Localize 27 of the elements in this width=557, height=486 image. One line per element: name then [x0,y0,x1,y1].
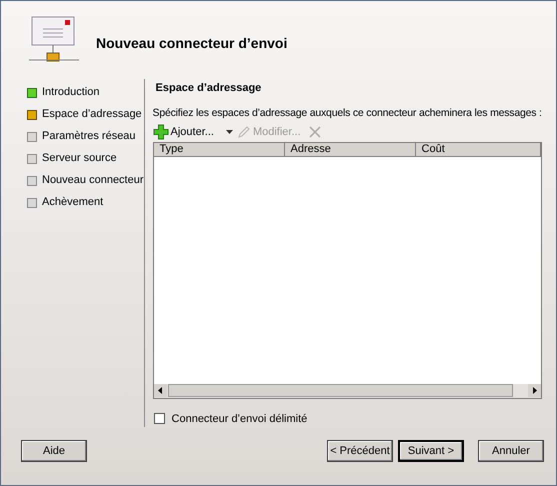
scroll-right-icon[interactable] [528,384,541,397]
scroll-left-icon[interactable] [154,384,167,397]
plus-icon [152,124,169,140]
pencil-icon [236,125,251,140]
caret-icon[interactable] [226,130,233,134]
checkbox[interactable] [154,413,165,424]
column-header[interactable]: Adresse [284,142,416,157]
step-label: Paramètres réseau [42,129,136,144]
horizontal-scrollbar[interactable] [154,384,541,398]
column-header[interactable]: Type [154,142,285,157]
next-button[interactable]: Suivant > [398,440,464,462]
close-icon [308,126,321,138]
help-button[interactable]: Aide [21,440,87,462]
cancel-button[interactable]: Annuler [478,440,544,462]
instruction-text: Spécifiez les espaces d’adressage auxquels ce connecteur acheminera les messages : [152,106,542,120]
column-header[interactable]: Coût [416,142,541,157]
step-label: Nouveau connecteur [42,173,144,188]
scrollbar-thumb[interactable] [168,384,513,397]
step-label: Serveur source [42,151,117,166]
step-label: Introduction [42,85,100,100]
back-button[interactable]: < Précédent [327,440,393,462]
section-heading: Espace d’adressage [156,81,262,96]
step-label: Espace d’adressage [42,107,142,122]
step-label: Achèvement [42,195,104,210]
window-title: Nouveau connecteur d’envoi [96,34,288,52]
add-button[interactable]: Ajouter... [152,124,214,140]
checkbox-label: Connecteur d’envoi délimité [172,412,308,426]
